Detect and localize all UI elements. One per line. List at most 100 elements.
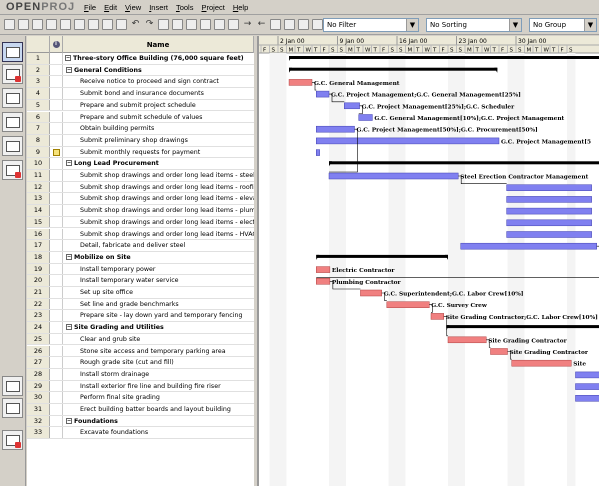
- table-row[interactable]: 33 Excavate foundations: [27, 427, 254, 440]
- row-id[interactable]: 23: [27, 310, 50, 322]
- table-row[interactable]: 5 Prepare and submit project schedule: [27, 99, 254, 112]
- menu-insert[interactable]: Insert: [145, 3, 172, 12]
- row-id[interactable]: 5: [27, 99, 50, 111]
- menu-tools[interactable]: Tools: [172, 3, 198, 12]
- task-name-cell[interactable]: Rough grade site (cut and fill): [63, 357, 254, 368]
- col-indicator-header[interactable]: i: [50, 36, 63, 53]
- table-row[interactable]: 6 Prepare and submit schedule of values: [27, 111, 254, 124]
- table-row[interactable]: 17 Detail, fabricate and deliver steel: [27, 240, 254, 252]
- task-bar[interactable]: [360, 289, 382, 297]
- row-id[interactable]: 8: [27, 134, 50, 146]
- row-id[interactable]: 25: [27, 333, 50, 345]
- unlink-icon[interactable]: [228, 19, 239, 30]
- table-row[interactable]: 11 Submit shop drawings and order long le…: [27, 170, 254, 182]
- undo-icon[interactable]: ↶: [130, 19, 141, 30]
- row-id[interactable]: 7: [27, 123, 50, 134]
- collapse-icon[interactable]: −: [66, 253, 72, 260]
- chevron-down-icon[interactable]: ▼: [509, 19, 521, 31]
- table-row[interactable]: 19 Install temporary power: [27, 263, 254, 276]
- task-bar[interactable]: [511, 359, 572, 367]
- col-id-header[interactable]: [27, 36, 50, 53]
- summary-bar[interactable]: [446, 325, 599, 329]
- task-name-cell[interactable]: Detail, fabricate and deliver steel: [63, 240, 254, 251]
- table-row[interactable]: 12 Submit shop drawings and order long le…: [27, 181, 254, 194]
- task-name-cell[interactable]: Stone site access and temporary parking …: [63, 346, 254, 357]
- task-name-cell[interactable]: Submit shop drawings and order long lead…: [63, 193, 254, 204]
- indent-icon[interactable]: →: [242, 19, 253, 30]
- task-name-cell[interactable]: Submit shop drawings and order long lead…: [63, 217, 254, 228]
- task-bar[interactable]: [316, 125, 355, 133]
- find-icon[interactable]: [158, 19, 169, 30]
- summary-bar[interactable]: [316, 254, 448, 258]
- task-name-cell[interactable]: Submit bond and insurance documents: [63, 88, 254, 99]
- row-id[interactable]: 14: [27, 205, 50, 216]
- task-name-cell[interactable]: Prepare and submit schedule of values: [63, 112, 254, 123]
- chevron-down-icon[interactable]: ▼: [584, 19, 596, 31]
- task-name-cell[interactable]: Excavate foundations: [63, 427, 254, 438]
- report-view-button[interactable]: [2, 160, 23, 180]
- histogram-view-button[interactable]: [2, 376, 23, 396]
- chevron-down-icon[interactable]: ▼: [406, 19, 418, 31]
- collapse-icon[interactable]: −: [66, 66, 72, 73]
- collapse-icon[interactable]: −: [66, 324, 72, 331]
- task-bar[interactable]: [316, 266, 331, 273]
- task-name-cell[interactable]: Submit shop drawings and order long lead…: [63, 205, 254, 216]
- task-name-cell[interactable]: − Site Grading and Utilities: [63, 322, 254, 333]
- table-row[interactable]: 25 Clear and grub site: [27, 333, 254, 346]
- menu-edit[interactable]: Edit: [100, 3, 121, 12]
- row-id[interactable]: 16: [27, 228, 50, 240]
- row-id[interactable]: 20: [27, 275, 50, 286]
- table-row[interactable]: 3 Receive notice to proceed and sign cont…: [27, 76, 254, 89]
- col-name-header[interactable]: Name: [63, 36, 254, 53]
- gantt-chart[interactable]: 2 Jan 00 9 Jan 00 16 Jan 00 23 Jan 00 30 Jan…: [257, 36, 599, 486]
- row-id[interactable]: 13: [27, 193, 50, 205]
- task-bar[interactable]: [575, 395, 599, 402]
- network-view-button[interactable]: [2, 64, 23, 84]
- table-row[interactable]: 30 Perform final site grading: [27, 392, 254, 404]
- task-name-cell[interactable]: Submit preliminary shop drawings: [63, 135, 254, 146]
- print-icon[interactable]: [46, 19, 57, 30]
- table-row[interactable]: 7 Obtain building permits: [27, 123, 254, 135]
- zoom-out-icon[interactable]: [186, 19, 197, 30]
- summary-bar[interactable]: [289, 56, 599, 59]
- menu-file[interactable]: File: [80, 3, 100, 12]
- summary-bar[interactable]: [329, 161, 599, 165]
- task-bar[interactable]: [460, 242, 597, 250]
- resources-view-button[interactable]: [2, 88, 23, 108]
- task-name-cell[interactable]: Prepare and submit project schedule: [63, 100, 254, 111]
- table-row[interactable]: 14 Submit shop drawings and order long le…: [27, 205, 254, 217]
- menu-help[interactable]: Help: [229, 3, 252, 12]
- paste-icon[interactable]: [116, 19, 127, 30]
- link-icon[interactable]: [214, 19, 225, 30]
- task-bar[interactable]: [506, 184, 592, 191]
- row-id[interactable]: 2: [27, 64, 50, 76]
- task-name-cell[interactable]: Receive notice to proceed and sign contr…: [63, 76, 254, 87]
- task-name-cell[interactable]: Install storm drainage: [63, 369, 254, 380]
- row-id[interactable]: 4: [27, 88, 50, 99]
- task-bar[interactable]: [506, 207, 592, 215]
- task-name-cell[interactable]: Install temporary water service: [63, 275, 254, 286]
- group-select[interactable]: No Group ▼: [529, 18, 597, 32]
- task-bar[interactable]: [316, 278, 331, 285]
- row-id[interactable]: 9: [27, 146, 50, 158]
- row-id[interactable]: 3: [27, 76, 50, 88]
- gantt-canvas[interactable]: 2 Jan 00 9 Jan 00 16 Jan 00 23 Jan 00 30 Jan…: [259, 36, 599, 486]
- scroll-to-task-icon[interactable]: [200, 19, 211, 30]
- table-row[interactable]: 8 Submit preliminary shop drawings: [27, 134, 254, 147]
- charts-view-button[interactable]: [2, 398, 23, 418]
- task-bar[interactable]: [430, 313, 444, 320]
- task-bar[interactable]: [316, 137, 500, 145]
- task-name-cell[interactable]: Erect building batter boards and layout …: [63, 404, 254, 415]
- row-id[interactable]: 22: [27, 298, 50, 310]
- task-name-cell[interactable]: − Long Lead Procurement: [63, 158, 254, 169]
- table-row[interactable]: 15 Submit shop drawings and order long le…: [27, 216, 254, 229]
- task-name-cell[interactable]: Submit monthly requests for payment: [63, 147, 254, 158]
- task-bar[interactable]: [490, 348, 508, 355]
- table-row[interactable]: 31 Erect building batter boards and layou…: [27, 404, 254, 416]
- table-row[interactable]: 9 Submit monthly requests for payment: [27, 146, 254, 159]
- task-bar[interactable]: [316, 149, 320, 156]
- task-name-cell[interactable]: Clear and grub site: [63, 334, 254, 345]
- gantt-view-button[interactable]: [2, 42, 23, 62]
- task-name-cell[interactable]: Submit shop drawings and order long lead…: [63, 170, 254, 181]
- table-row[interactable]: 32 − Foundations: [27, 415, 254, 428]
